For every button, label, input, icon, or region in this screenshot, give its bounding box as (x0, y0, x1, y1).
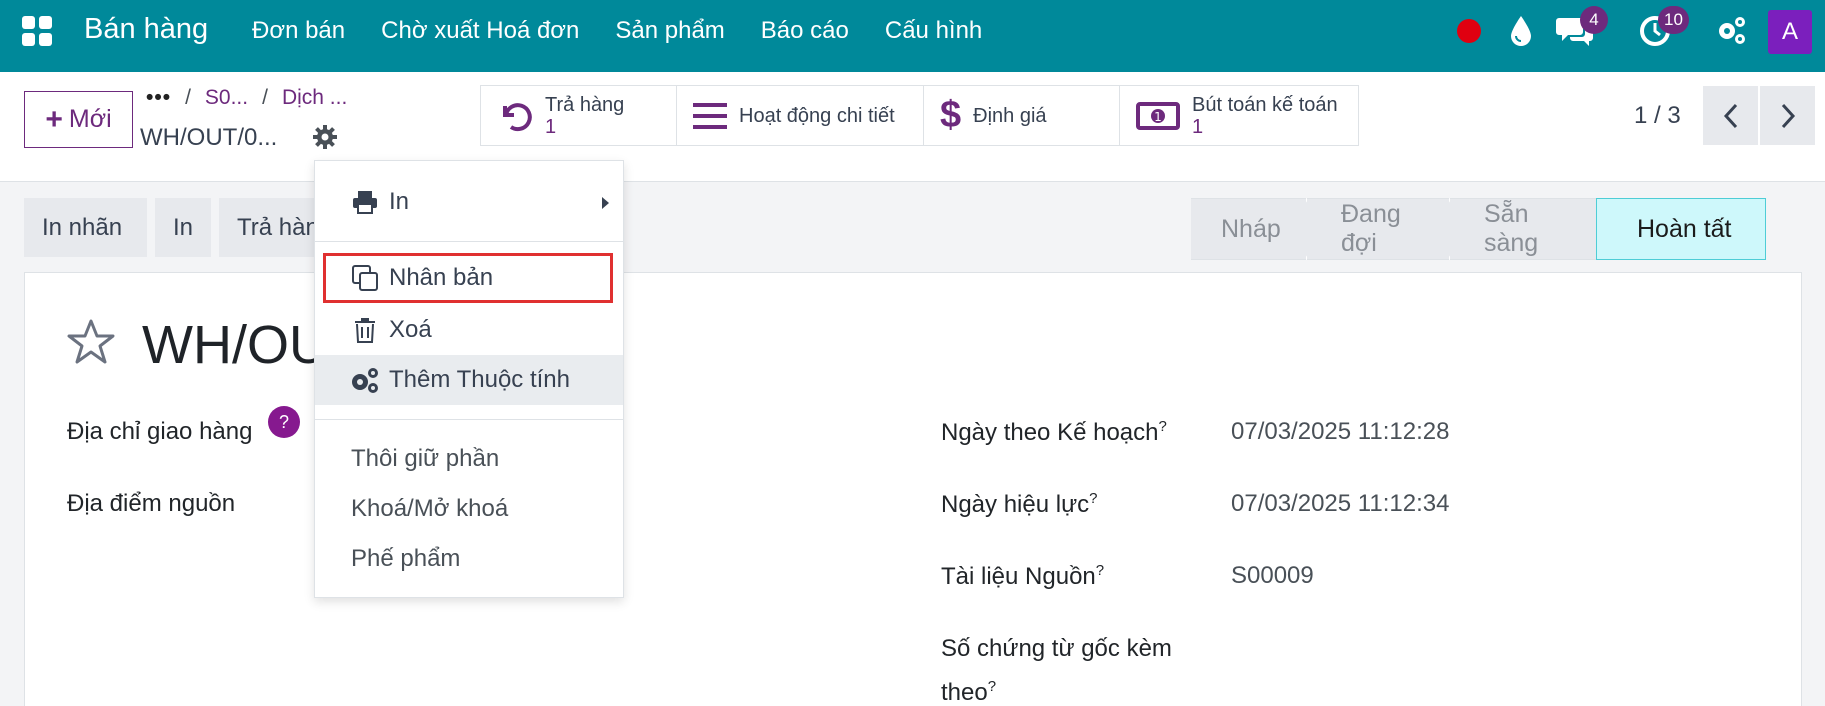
dropdown-delete-label: Xoá (389, 316, 432, 343)
undo-icon (497, 98, 533, 134)
top-navbar: Bán hàng Đơn bán Chờ xuất Hoá đơn Sản ph… (0, 0, 1825, 72)
control-panel: + Mới ••• / S0... / Dịch ... WH/OUT/0... … (0, 72, 1825, 182)
returns-label: Trả hàng (545, 93, 625, 116)
print-button[interactable]: In (155, 198, 211, 257)
user-avatar[interactable]: A (1768, 10, 1812, 54)
app-name[interactable]: Bán hàng (84, 13, 208, 46)
record-name: WH/OUT/0... (140, 124, 278, 151)
dropdown-print-item[interactable]: In (315, 177, 623, 227)
breadcrumb-delivery[interactable]: Dịch ... (282, 86, 347, 110)
stage-done[interactable]: Hoàn tất (1596, 198, 1766, 260)
delivery-address-label: Địa chỉ giao hàng (67, 418, 253, 445)
origin-document-label: Số chứng từ gốc kèm theo? (941, 635, 1172, 706)
dropdown-duplicate-label: Nhân bản (389, 264, 494, 291)
effective-date-value[interactable]: 07/03/2025 11:12:34 (1231, 490, 1449, 518)
apps-menu-icon[interactable] (22, 16, 52, 46)
main-menu: Đơn bán Chờ xuất Hoá đơn Sản phẩm Báo cá… (252, 17, 1018, 45)
plus-icon: + (45, 102, 63, 136)
new-button-label: Mới (68, 105, 112, 133)
star-icon[interactable] (66, 318, 116, 366)
source-location-label: Địa điểm nguồn (67, 490, 236, 517)
pager-previous-button[interactable] (1703, 86, 1758, 145)
print-labels-button[interactable]: In nhãn (24, 198, 147, 257)
menu-item-reporting[interactable]: Báo cáo (761, 17, 849, 45)
stage-waiting[interactable]: Đang đợi (1307, 198, 1449, 260)
valuation-label: Định giá (973, 104, 1047, 127)
valuation-smart-button[interactable]: $ Định giá (924, 86, 1120, 145)
return-button[interactable]: Trả hàn (219, 198, 319, 257)
breadcrumb-order[interactable]: S0... (205, 86, 248, 110)
gear-icon[interactable] (312, 124, 338, 150)
cogs-icon (347, 366, 383, 394)
stage-draft[interactable]: Nháp (1191, 198, 1306, 260)
dropdown-divider (315, 419, 623, 420)
money-icon: 1 (1136, 101, 1180, 130)
scheduled-date-value[interactable]: 07/03/2025 11:12:28 (1231, 418, 1449, 446)
gear-actions-dropdown: In Nhân bản Xoá Thêm Thuộc tính Thôi giữ… (314, 160, 624, 598)
dropdown-print-label: In (389, 188, 410, 215)
trash-icon (347, 317, 383, 343)
source-document-label: Tài liệu Nguồn? (941, 562, 1105, 590)
journal-entries-smart-button[interactable]: 1 Bút toán kế toán 1 (1120, 86, 1358, 145)
menu-item-to-invoice[interactable]: Chờ xuất Hoá đơn (381, 17, 579, 45)
effective-date-label: Ngày hiệu lực? (941, 490, 1098, 518)
breadcrumb-separator: / (185, 86, 191, 109)
activity-badge: 10 (1658, 6, 1689, 34)
smart-buttons: Trả hàng 1 Hoạt động chi tiết $ Định giá … (480, 85, 1359, 146)
new-button[interactable]: + Mới (24, 91, 133, 148)
menu-item-orders[interactable]: Đơn bán (252, 17, 345, 45)
pager-next-button[interactable] (1760, 86, 1815, 145)
dropdown-add-property-item[interactable]: Thêm Thuộc tính (315, 355, 623, 405)
caret-right-icon (602, 197, 609, 209)
dropdown-divider (315, 241, 623, 242)
pager-value[interactable]: 1 / 3 (1634, 102, 1681, 130)
svg-text:1: 1 (1154, 110, 1162, 124)
breadcrumb-separator: / (262, 86, 268, 109)
breadcrumb-more[interactable]: ••• (146, 86, 171, 110)
menu-item-configuration[interactable]: Cấu hình (885, 17, 982, 45)
scheduled-date-label: Ngày theo Kế hoạch? (941, 418, 1167, 446)
dollar-icon: $ (940, 94, 962, 136)
journal-entries-count: 1 (1192, 115, 1204, 138)
breadcrumb: ••• / S0... / Dịch ... (146, 86, 347, 110)
dropdown-lock-unlock-item[interactable]: Khoá/Mở khoá (315, 484, 623, 534)
debug-gears-icon[interactable] (1716, 14, 1748, 46)
dropdown-duplicate-item[interactable]: Nhân bản (323, 253, 613, 303)
help-icon[interactable]: ? (268, 406, 300, 438)
dropdown-add-property-label: Thêm Thuộc tính (389, 366, 570, 393)
printer-icon (347, 190, 383, 214)
returns-smart-button[interactable]: Trả hàng 1 (481, 86, 677, 145)
copy-icon (347, 264, 383, 292)
detailed-operations-label: Hoạt động chi tiết (739, 104, 895, 127)
chevron-right-icon (1781, 103, 1795, 128)
list-icon (693, 101, 727, 131)
status-bar: Nháp Đang đợi Sẵn sàng Hoàn tất (1191, 198, 1766, 260)
journal-entries-label: Bút toán kế toán (1192, 93, 1338, 116)
chevron-left-icon (1723, 103, 1737, 128)
menu-item-products[interactable]: Sản phẩm (615, 17, 724, 45)
detailed-operations-smart-button[interactable]: Hoạt động chi tiết (677, 86, 924, 145)
recording-dot-icon[interactable] (1457, 19, 1481, 43)
chat-badge: 4 (1580, 6, 1608, 34)
stage-ready[interactable]: Sẵn sàng (1450, 198, 1596, 260)
water-drop-icon[interactable] (1508, 14, 1534, 48)
source-document-value[interactable]: S00009 (1231, 562, 1314, 590)
dropdown-scrap-item[interactable]: Phế phẩm (315, 534, 623, 584)
dropdown-unreserve-item[interactable]: Thôi giữ phần (315, 434, 623, 484)
dropdown-delete-item[interactable]: Xoá (315, 305, 623, 355)
returns-count: 1 (545, 115, 557, 138)
